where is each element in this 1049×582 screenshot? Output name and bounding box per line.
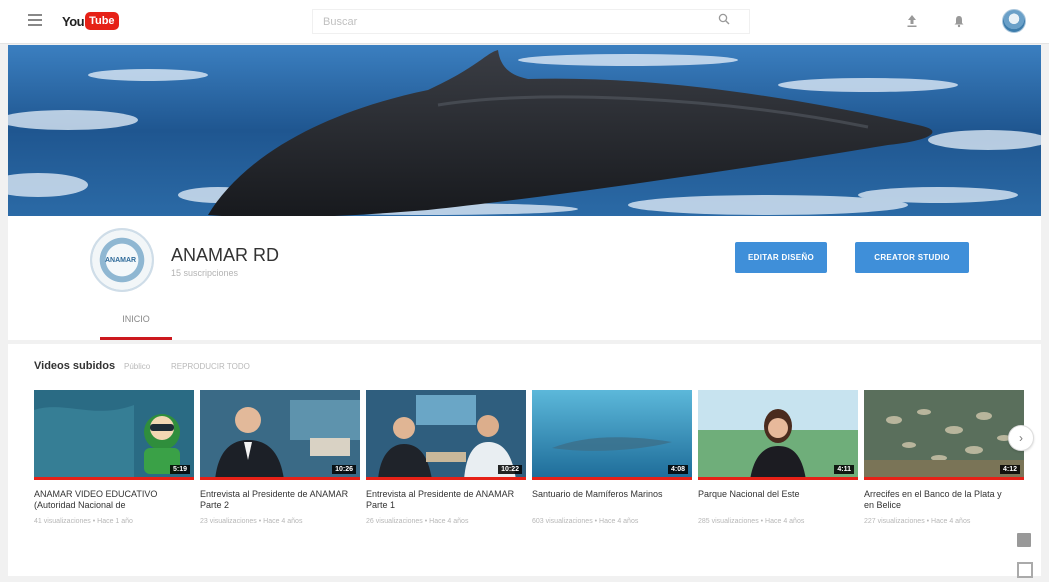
video-meta: 227 visualizaciones • Hace 4 años [864,518,971,525]
youtube-logo[interactable]: You Tube [62,10,119,32]
progress-bar [366,477,526,480]
progress-bar [864,477,1024,480]
channel-header: ANAMAR ANAMAR RD 15 suscripciones EDITAR… [8,216,1041,340]
video-meta: 285 visualizaciones • Hace 4 años [698,518,805,525]
video-card[interactable]: 5:19 ANAMAR VIDEO EDUCATIVO (Autoridad N… [34,390,194,527]
video-title[interactable]: Santuario de Mamíferos Marinos [532,489,682,511]
search-icon[interactable] [718,13,730,25]
tab-inicio[interactable]: INICIO [100,306,172,340]
video-meta: 603 visualizaciones • Hace 4 años [532,518,639,525]
video-duration: 10:26 [332,465,356,474]
search-box[interactable] [312,9,750,34]
video-title[interactable]: Entrevista al Presidente de ANAMAR Parte… [200,489,350,511]
account-avatar[interactable] [1002,9,1026,33]
video-title[interactable]: ANAMAR VIDEO EDUCATIVO (Autoridad Nacion… [34,489,184,511]
video-thumbnail[interactable]: 10:26 [200,390,360,480]
video-card[interactable]: 4:11 Parque Nacional del Este 285 visual… [698,390,858,527]
video-duration: 4:11 [834,465,854,474]
video-title[interactable]: Entrevista al Presidente de ANAMAR Parte… [366,489,516,511]
channel-avatar-logo-text: ANAMAR [105,257,137,264]
video-thumbnail[interactable]: 4:11 [698,390,858,480]
video-title[interactable]: Parque Nacional del Este [698,489,848,511]
expand-icon[interactable] [1017,562,1033,578]
section-visibility: Público [124,362,151,371]
creator-studio-button[interactable]: CREATOR STUDIO [855,242,969,273]
bell-icon[interactable] [953,14,965,28]
video-thumbnail[interactable]: 4:08 [532,390,692,480]
video-thumbnail[interactable]: 5:19 [34,390,194,480]
video-card[interactable]: 10:26 Entrevista al Presidente de ANAMAR… [200,390,360,527]
video-meta: 23 visualizaciones • Hace 4 años [200,518,303,525]
whale-banner-image [8,45,1041,216]
carousel-next-button[interactable]: › [1008,425,1034,451]
channel-avatar[interactable]: ANAMAR [90,228,154,292]
video-thumbnail[interactable]: 4:12 [864,390,1024,480]
channel-name: ANAMAR RD [171,245,280,265]
video-title[interactable]: Arrecifes en el Banco de la Plata y en B… [864,489,1014,511]
upload-icon[interactable] [906,14,918,28]
hamburger-menu-icon[interactable] [28,14,42,26]
masthead: You Tube [0,0,1049,44]
chevron-right-icon: › [1019,431,1023,445]
progress-bar [34,477,194,480]
video-thumbnail[interactable]: 10:22 [366,390,526,480]
channel-banner [8,45,1041,216]
logo-you-text: You [62,13,85,29]
video-card[interactable]: 10:22 Entrevista al Presidente de ANAMAR… [366,390,526,527]
video-meta: 26 visualizaciones • Hace 4 años [366,518,469,525]
video-duration: 10:22 [498,465,522,474]
feedback-icon[interactable] [1017,533,1031,547]
search-input[interactable] [313,10,713,33]
edit-design-button[interactable]: EDITAR DISEÑO [735,242,827,273]
video-duration: 4:12 [999,465,1020,474]
video-duration: 5:19 [169,465,190,474]
uploads-section: Videos subidos Público REPRODUCIR TODO 5… [8,344,1041,576]
video-duration: 4:08 [667,465,688,474]
logo-tube-text: Tube [85,12,119,30]
play-all-link[interactable]: REPRODUCIR TODO [171,362,250,371]
video-card[interactable]: 4:12 Arrecifes en el Banco de la Plata y… [864,390,1024,527]
video-card[interactable]: 4:08 Santuario de Mamíferos Marinos 603 … [532,390,692,527]
progress-bar [698,477,858,480]
progress-bar [532,477,692,480]
section-title[interactable]: Videos subidos [34,360,115,372]
video-meta: 41 visualizaciones • Hace 1 año [34,518,133,525]
channel-subscriptions: 15 suscripciones [171,268,239,278]
progress-bar [200,477,360,480]
